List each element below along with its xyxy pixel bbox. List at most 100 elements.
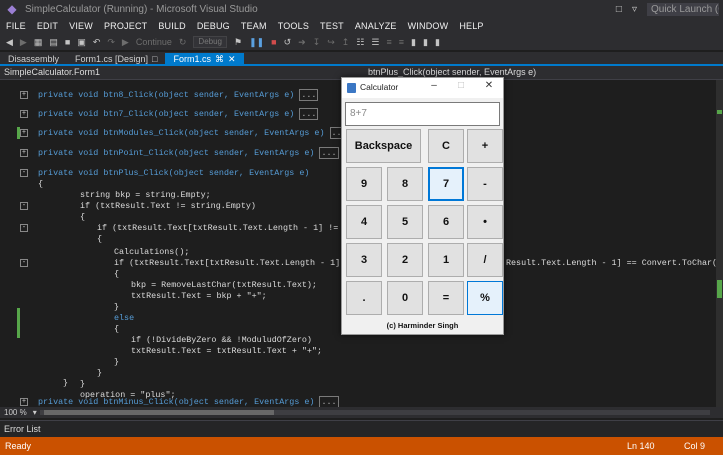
collapsed-block[interactable]: ... <box>319 147 339 159</box>
digit-5-button[interactable]: 5 <box>387 205 423 239</box>
undo-icon[interactable]: ↶ <box>93 37 101 48</box>
digit-6-button[interactable]: 6 <box>428 205 464 239</box>
menu-tools[interactable]: TOOLS <box>278 21 309 31</box>
menu-debug[interactable]: DEBUG <box>197 21 230 31</box>
quick-launch-input[interactable]: Quick Launch (Ctrl+Q) <box>647 2 719 16</box>
vertical-scrollbar[interactable] <box>716 80 723 407</box>
feedback-icon[interactable]: □ <box>616 4 622 15</box>
percent-button[interactable]: % <box>467 281 503 315</box>
minus-button[interactable]: - <box>467 167 503 201</box>
decimal-point-button[interactable]: . <box>346 281 382 315</box>
code-text: } <box>63 378 69 388</box>
digit-8-button[interactable]: 8 <box>387 167 423 201</box>
digit-1-button[interactable]: 1 <box>428 243 464 277</box>
digit-2-button[interactable]: 2 <box>387 243 423 277</box>
zoom-dropdown-icon[interactable]: ▾ <box>33 408 37 417</box>
collapse-icon[interactable]: - <box>20 202 28 210</box>
title-bar-controls: □ ▿ Quick Launch (Ctrl+Q) <box>616 0 723 18</box>
menu-edit[interactable]: EDIT <box>37 21 58 31</box>
code-text: Calculations(); <box>114 247 190 257</box>
equals-button[interactable]: = <box>428 281 464 315</box>
menu-build[interactable]: BUILD <box>158 21 186 31</box>
collapsed-block[interactable]: ... <box>299 108 319 120</box>
hex-display-icon[interactable]: ☷ <box>356 37 364 48</box>
menu-test[interactable]: TEST <box>320 21 344 31</box>
pause-icon[interactable]: ❚❚ <box>249 37 264 48</box>
code-text: private void btn7_Click(object sender, E… <box>38 109 295 119</box>
pin-icon[interactable]: □ <box>152 54 157 64</box>
menu-analyze[interactable]: ANALYZE <box>355 21 397 31</box>
new-project-icon[interactable]: ▦ <box>34 37 43 48</box>
uncomment-icon[interactable]: ≡ <box>399 37 404 47</box>
collapse-icon[interactable]: - <box>20 169 28 177</box>
solution-config-select[interactable]: Debug <box>193 36 227 48</box>
collapse-icon[interactable]: - <box>20 259 28 267</box>
close-icon[interactable]: ✕ <box>228 54 236 64</box>
digit-9-button[interactable]: 9 <box>346 167 382 201</box>
digit-4-button[interactable]: 4 <box>346 205 382 239</box>
expand-icon[interactable]: + <box>20 398 28 406</box>
expand-icon[interactable]: + <box>20 91 28 99</box>
menu-team[interactable]: TEAM <box>241 21 267 31</box>
bookmark-prev-icon[interactable]: ▮ <box>423 37 428 48</box>
show-next-statement-icon[interactable]: ➜ <box>298 37 306 48</box>
stop-icon[interactable]: ■ <box>271 37 276 47</box>
maximize-icon[interactable]: □ <box>453 80 469 91</box>
error-list-tab[interactable]: Error List <box>0 420 723 437</box>
save-icon[interactable]: ■ <box>65 37 70 47</box>
window-title: SimpleCalculator (Running) - Microsoft V… <box>25 3 258 15</box>
filter-icon[interactable]: ▿ <box>632 4 637 15</box>
continue-icon[interactable]: ▶ <box>122 37 129 48</box>
refresh-icon[interactable]: ↻ <box>179 37 187 48</box>
bookmark-icon[interactable]: ▮ <box>411 37 416 48</box>
threads-icon[interactable]: ☰ <box>371 37 379 48</box>
forward-icon[interactable]: ▶ <box>20 37 27 48</box>
class-dropdown[interactable]: SimpleCalculator.Form1 <box>4 67 100 77</box>
plus-button[interactable]: + <box>467 129 503 163</box>
restart-icon[interactable]: ↺ <box>284 37 292 48</box>
calculator-display[interactable]: 8+7 <box>345 102 500 126</box>
expand-icon[interactable]: + <box>20 110 28 118</box>
save-all-icon[interactable]: ▣ <box>77 37 86 48</box>
code-text: private void btn8_Click(object sender, E… <box>38 90 295 100</box>
collapse-icon[interactable]: - <box>20 224 28 232</box>
menu-view[interactable]: VIEW <box>69 21 93 31</box>
expand-icon[interactable]: + <box>20 129 28 137</box>
calculator-title-bar: Calculator – □ ✕ <box>342 78 503 98</box>
code-text: Result.Text.Length - 1] == Convert.ToCha… <box>506 258 716 268</box>
step-into-icon[interactable]: ↧ <box>313 37 321 48</box>
digit-0-button[interactable]: 0 <box>387 281 423 315</box>
open-icon[interactable]: ▤ <box>49 37 58 48</box>
code-text: if (txtResult.Text != string.Empty) <box>80 201 256 211</box>
code-text: if (txtResult.Text[txtResult.Text.Length… <box>97 223 379 233</box>
step-over-icon[interactable]: ↪ <box>327 37 335 48</box>
clear-button[interactable]: C <box>428 129 464 163</box>
backspace-button[interactable]: Backspace <box>346 129 421 163</box>
scroll-thumb[interactable] <box>44 410 274 415</box>
multiply-button[interactable]: • <box>467 205 503 239</box>
member-dropdown[interactable]: btnPlus_Click(object sender, EventArgs e… <box>368 67 536 77</box>
digit-3-button[interactable]: 3 <box>346 243 382 277</box>
menu-project[interactable]: PROJECT <box>104 21 147 31</box>
code-text: txtResult.Text = txtResult.Text + "+"; <box>131 346 322 356</box>
expand-icon[interactable]: + <box>20 149 28 157</box>
redo-icon[interactable]: ↷ <box>107 37 115 48</box>
zoom-level[interactable]: 100 % <box>4 408 27 417</box>
minimize-icon[interactable]: – <box>426 80 442 91</box>
document-tabs: Disassembly Form1.cs [Design] □ Form1.cs ⌘… <box>0 52 723 66</box>
bookmark-next-icon[interactable]: ▮ <box>435 37 440 48</box>
step-out-icon[interactable]: ↥ <box>342 37 350 48</box>
attach-icon[interactable]: ⚑ <box>234 37 242 48</box>
menu-window[interactable]: WINDOW <box>408 21 449 31</box>
continue-label[interactable]: Continue <box>136 37 172 47</box>
pin-icon[interactable]: ⌘ <box>215 54 224 64</box>
comment-icon[interactable]: ≡ <box>387 37 392 47</box>
menu-file[interactable]: FILE <box>6 21 26 31</box>
digit-7-button[interactable]: 7 <box>428 167 464 201</box>
back-icon[interactable]: ◀ <box>6 37 13 48</box>
collapsed-block[interactable]: ... <box>299 89 319 101</box>
divide-button[interactable]: / <box>467 243 503 277</box>
menu-help[interactable]: HELP <box>459 21 483 31</box>
horizontal-scrollbar[interactable] <box>40 410 710 415</box>
close-icon[interactable]: ✕ <box>481 80 497 91</box>
